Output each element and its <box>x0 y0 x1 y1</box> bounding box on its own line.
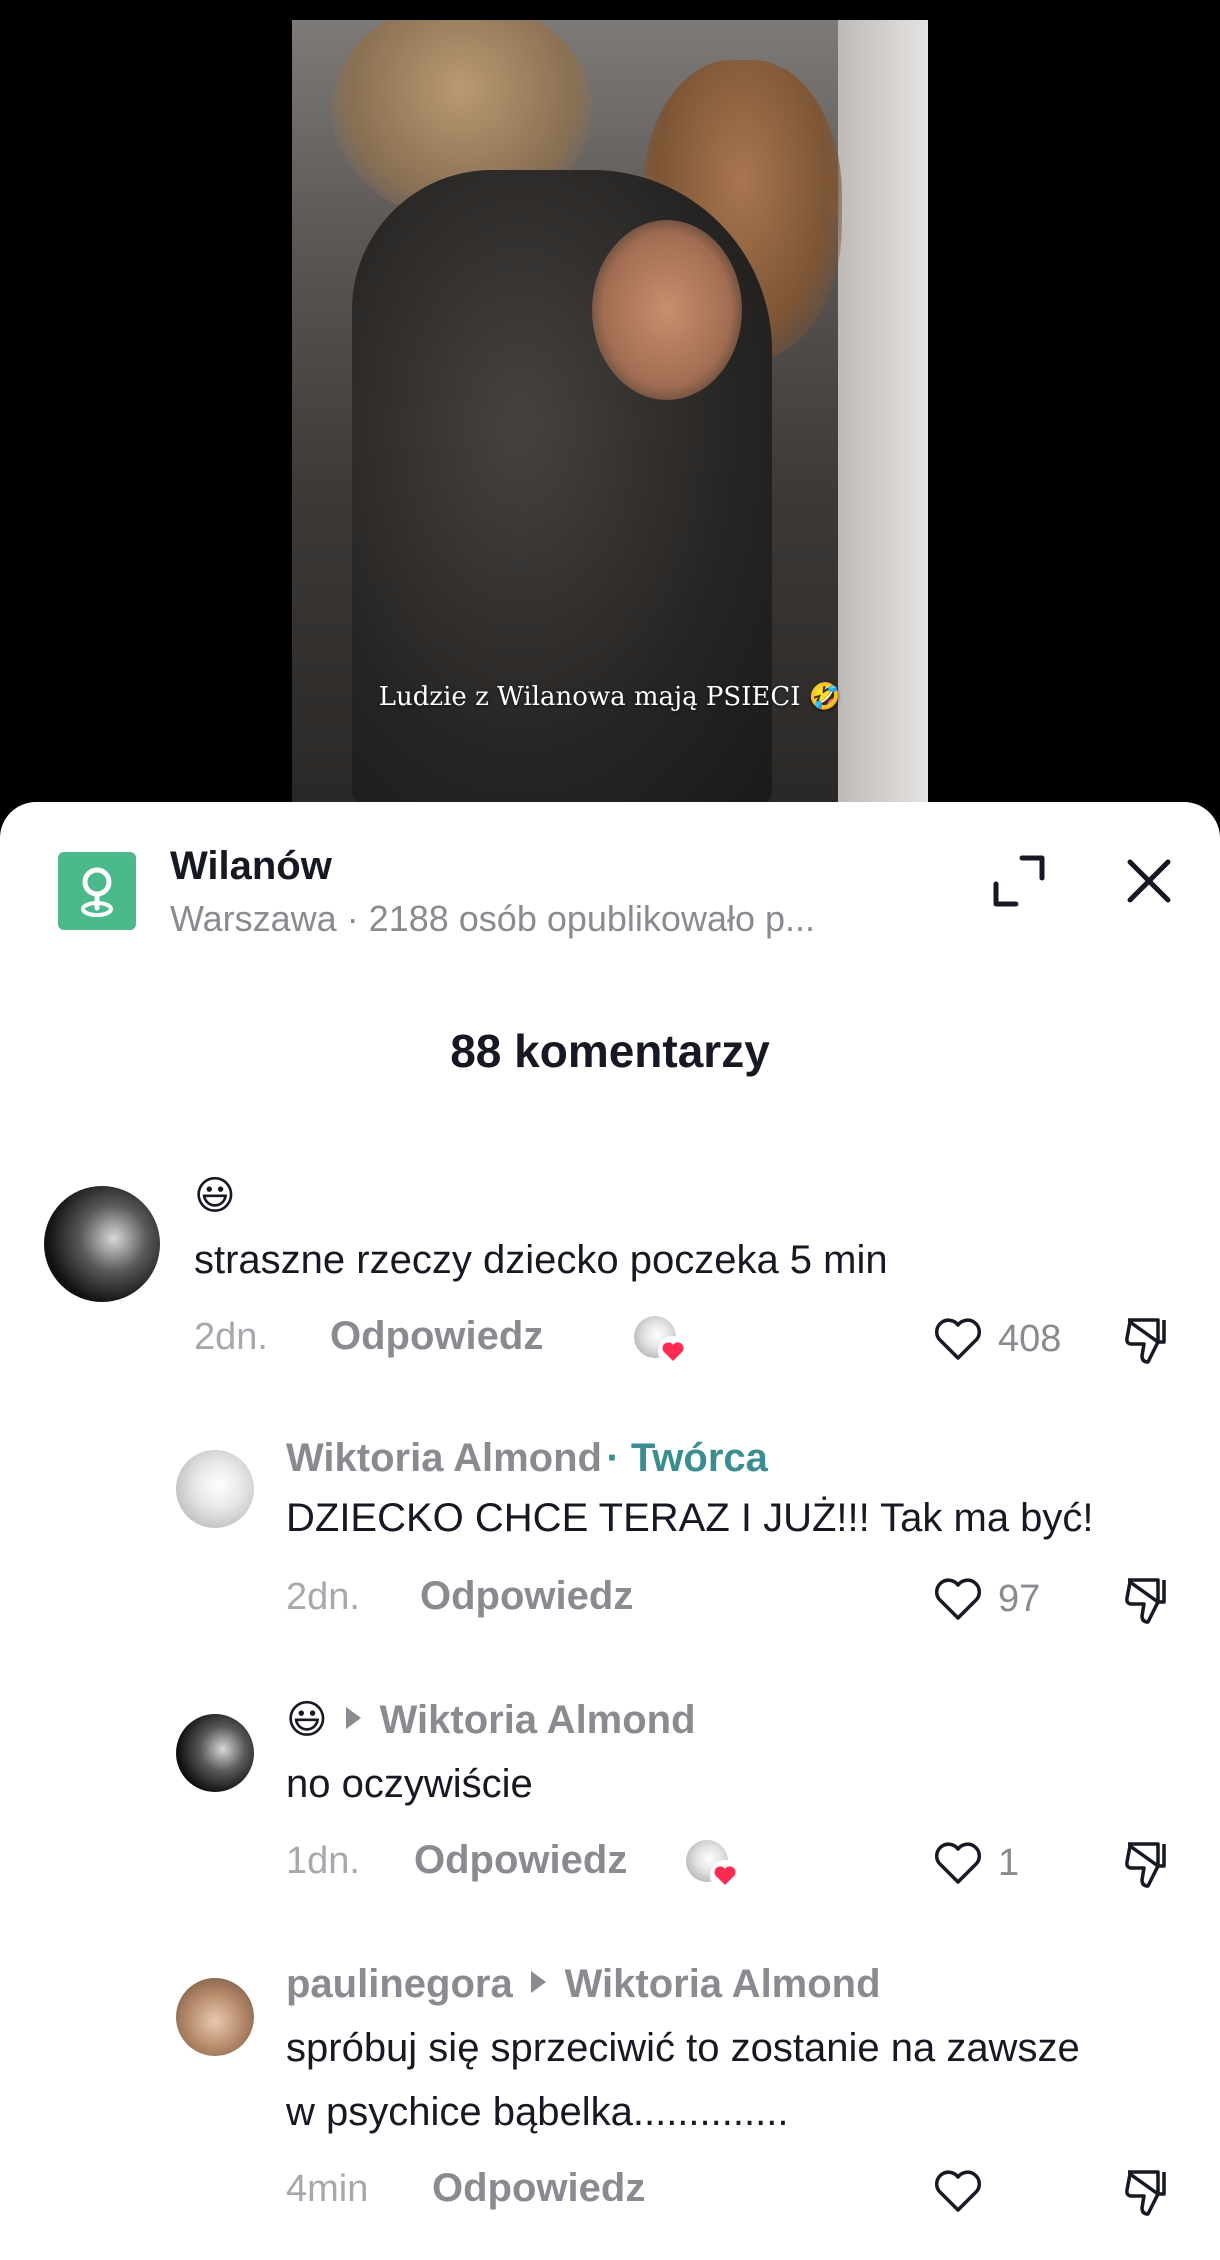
avatar[interactable] <box>176 1714 254 1792</box>
heart-outline-icon[interactable] <box>930 1310 986 1366</box>
reply-button[interactable]: Odpowiedz <box>414 1838 627 1883</box>
comment-text: straszne rzeczy dziecko poczeka 5 min <box>194 1238 888 1282</box>
thumbs-down-icon[interactable] <box>1120 1572 1176 1628</box>
emoji-username[interactable]: 😃 <box>286 1698 328 1742</box>
location-title[interactable]: Wilanów <box>170 844 332 889</box>
reply-author-row: 😃 Wiktoria Almond <box>286 1698 696 1743</box>
avatar[interactable] <box>176 1450 254 1528</box>
avatar[interactable] <box>176 1978 254 2056</box>
avatar[interactable] <box>44 1186 160 1302</box>
heart-outline-icon[interactable] <box>930 2162 986 2218</box>
location-subtitle: Warszawa · 2188 osób opublikowało p... <box>170 898 816 939</box>
thumbs-down-icon[interactable] <box>1120 1312 1176 1368</box>
close-button[interactable] <box>1120 852 1178 910</box>
heart-outline-icon[interactable] <box>930 1570 986 1626</box>
thumbs-down-icon[interactable] <box>1120 2164 1176 2220</box>
video-person-skin <box>592 220 742 400</box>
reply-author-row: paulinegora Wiktoria Almond <box>286 1962 881 2007</box>
reply-to-name[interactable]: Wiktoria Almond <box>565 1962 881 2006</box>
comment-time: 2dn. <box>194 1316 268 1358</box>
reply-item: 😃 Wiktoria Almond no oczywiście 1dn. Odp… <box>0 1694 1220 1894</box>
video-area[interactable]: Ludzie z Wilanowa mają PSIECI 🤣 <box>0 0 1220 820</box>
video-caption: Ludzie z Wilanowa mają PSIECI 🤣 <box>378 682 842 712</box>
reply-button[interactable]: Odpowiedz <box>330 1314 543 1359</box>
reply-item: Wiktoria Almond · Twórca DZIECKO CHCE TE… <box>0 1430 1220 1630</box>
creator-liked-avatar <box>686 1840 740 1890</box>
expand-icon <box>993 855 1045 907</box>
comments-count: 88 komentarzy <box>450 1025 770 1077</box>
thumbs-down-icon[interactable] <box>1120 1836 1176 1892</box>
location-header[interactable]: Wilanów Warszawa · 2188 osób opublikował… <box>0 802 1220 942</box>
close-icon <box>1127 859 1171 903</box>
heart-outline-icon[interactable] <box>930 1834 986 1890</box>
reply-time: 2dn. <box>286 1576 360 1618</box>
reply-text-line-1: spróbuj się sprzeciwić to zostanie na za… <box>286 2026 1080 2070</box>
reply-time: 4min <box>286 2168 369 2210</box>
creator-badge: · Twórca <box>606 1436 768 1480</box>
like-count: 97 <box>998 1578 1041 1620</box>
heart-filled-icon <box>658 1336 688 1366</box>
creator-liked-avatar <box>634 1316 688 1366</box>
reply-time: 1dn. <box>286 1840 360 1882</box>
reply-author[interactable]: Wiktoria Almond <box>286 1436 602 1480</box>
reply-text-line-2: w psychice bąbelka.............. <box>286 2090 789 2134</box>
comments-sheet: Wilanów Warszawa · 2188 osób opublikował… <box>0 802 1220 2260</box>
expand-button[interactable] <box>990 852 1048 910</box>
like-count: 408 <box>998 1318 1062 1360</box>
reply-text: no oczywiście <box>286 1762 533 1806</box>
video-frame[interactable]: Ludzie z Wilanowa mają PSIECI 🤣 <box>292 20 928 810</box>
reply-arrow-icon <box>531 1971 547 1993</box>
reply-text: DZIECKO CHCE TERAZ I JUŻ!!! Tak ma być! <box>286 1496 1094 1540</box>
reply-author[interactable]: paulinegora <box>286 1962 513 2006</box>
reply-button[interactable]: Odpowiedz <box>420 1574 633 1619</box>
reply-item: paulinegora Wiktoria Almond spróbuj się … <box>0 1958 1220 2248</box>
comment-item: 😃 straszne rzeczy dziecko poczeka 5 min … <box>0 1168 1220 1378</box>
reply-arrow-icon <box>346 1707 362 1729</box>
reply-to-name[interactable]: Wiktoria Almond <box>380 1698 696 1742</box>
emoji-username[interactable]: 😃 <box>194 1176 236 1216</box>
reply-author-row: Wiktoria Almond · Twórca <box>286 1436 768 1481</box>
like-count: 1 <box>998 1842 1020 1884</box>
map-pin-icon <box>58 852 136 930</box>
reply-button[interactable]: Odpowiedz <box>432 2166 645 2211</box>
heart-filled-icon <box>710 1860 740 1890</box>
